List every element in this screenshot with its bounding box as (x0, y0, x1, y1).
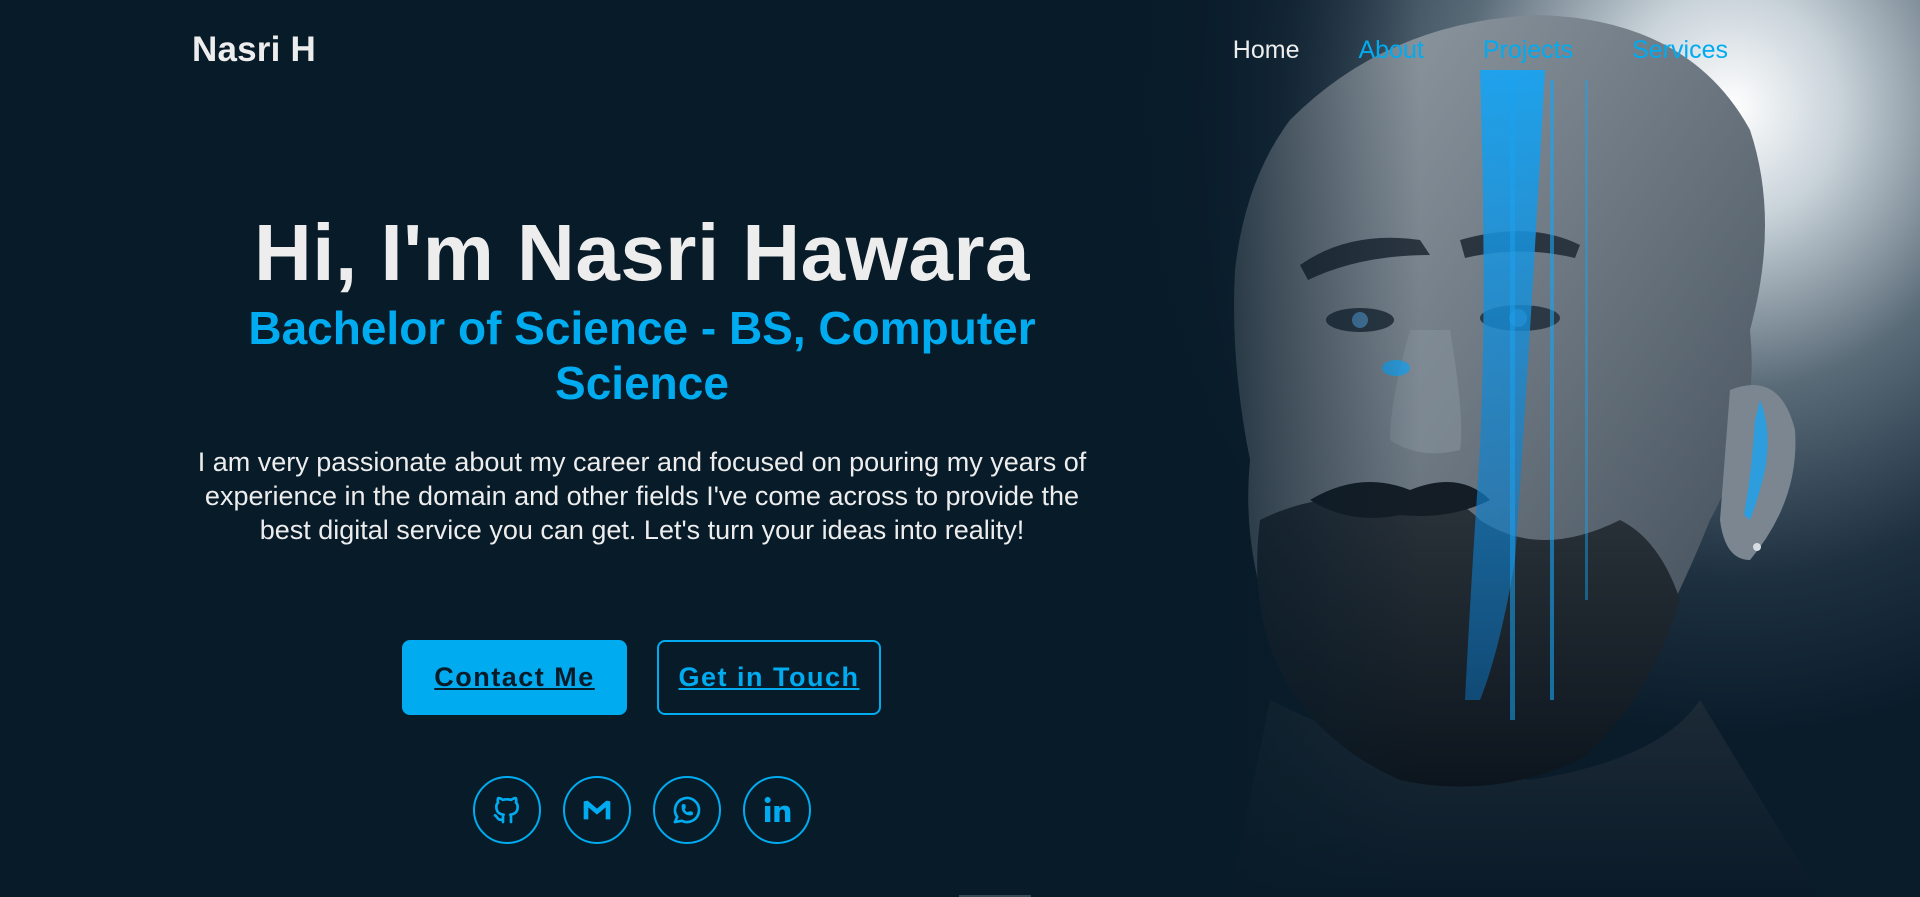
nav-link-home[interactable]: Home (1233, 35, 1300, 65)
contact-me-button[interactable]: Contact Me (402, 640, 627, 715)
github-icon (493, 796, 519, 824)
linkedin-icon (764, 796, 791, 822)
hero-section: Hi, I'm Nasri Hawara Bachelor of Science… (192, 205, 1092, 547)
profile-portrait (1060, 0, 1920, 897)
whatsapp-link[interactable] (653, 776, 721, 844)
get-in-touch-button[interactable]: Get in Touch (657, 640, 881, 715)
logo[interactable]: Nasri H (192, 30, 316, 70)
site-header: Nasri H Home About Projects Services (0, 0, 1920, 100)
github-link[interactable] (473, 776, 541, 844)
main-nav: Home About Projects Services (1174, 35, 1728, 65)
gmail-icon (583, 800, 611, 820)
page: Nasri H Home About Projects Services Hi,… (0, 0, 1920, 897)
portrait-fade-overlay (1060, 0, 1420, 897)
hero-description: I am very passionate about my career and… (197, 447, 1087, 545)
gmail-link[interactable] (563, 776, 631, 844)
social-links (473, 776, 811, 844)
nav-link-services[interactable]: Services (1632, 35, 1728, 65)
hero-title: Hi, I'm Nasri Hawara (253, 208, 1030, 297)
nav-link-projects[interactable]: Projects (1483, 35, 1573, 65)
hero-subtitle: Bachelor of Science - BS, Computer Scien… (248, 302, 1036, 409)
hero-buttons: Contact Me Get in Touch (402, 640, 881, 715)
linkedin-link[interactable] (743, 776, 811, 844)
whatsapp-icon (673, 796, 701, 824)
nav-link-about[interactable]: About (1358, 35, 1423, 65)
